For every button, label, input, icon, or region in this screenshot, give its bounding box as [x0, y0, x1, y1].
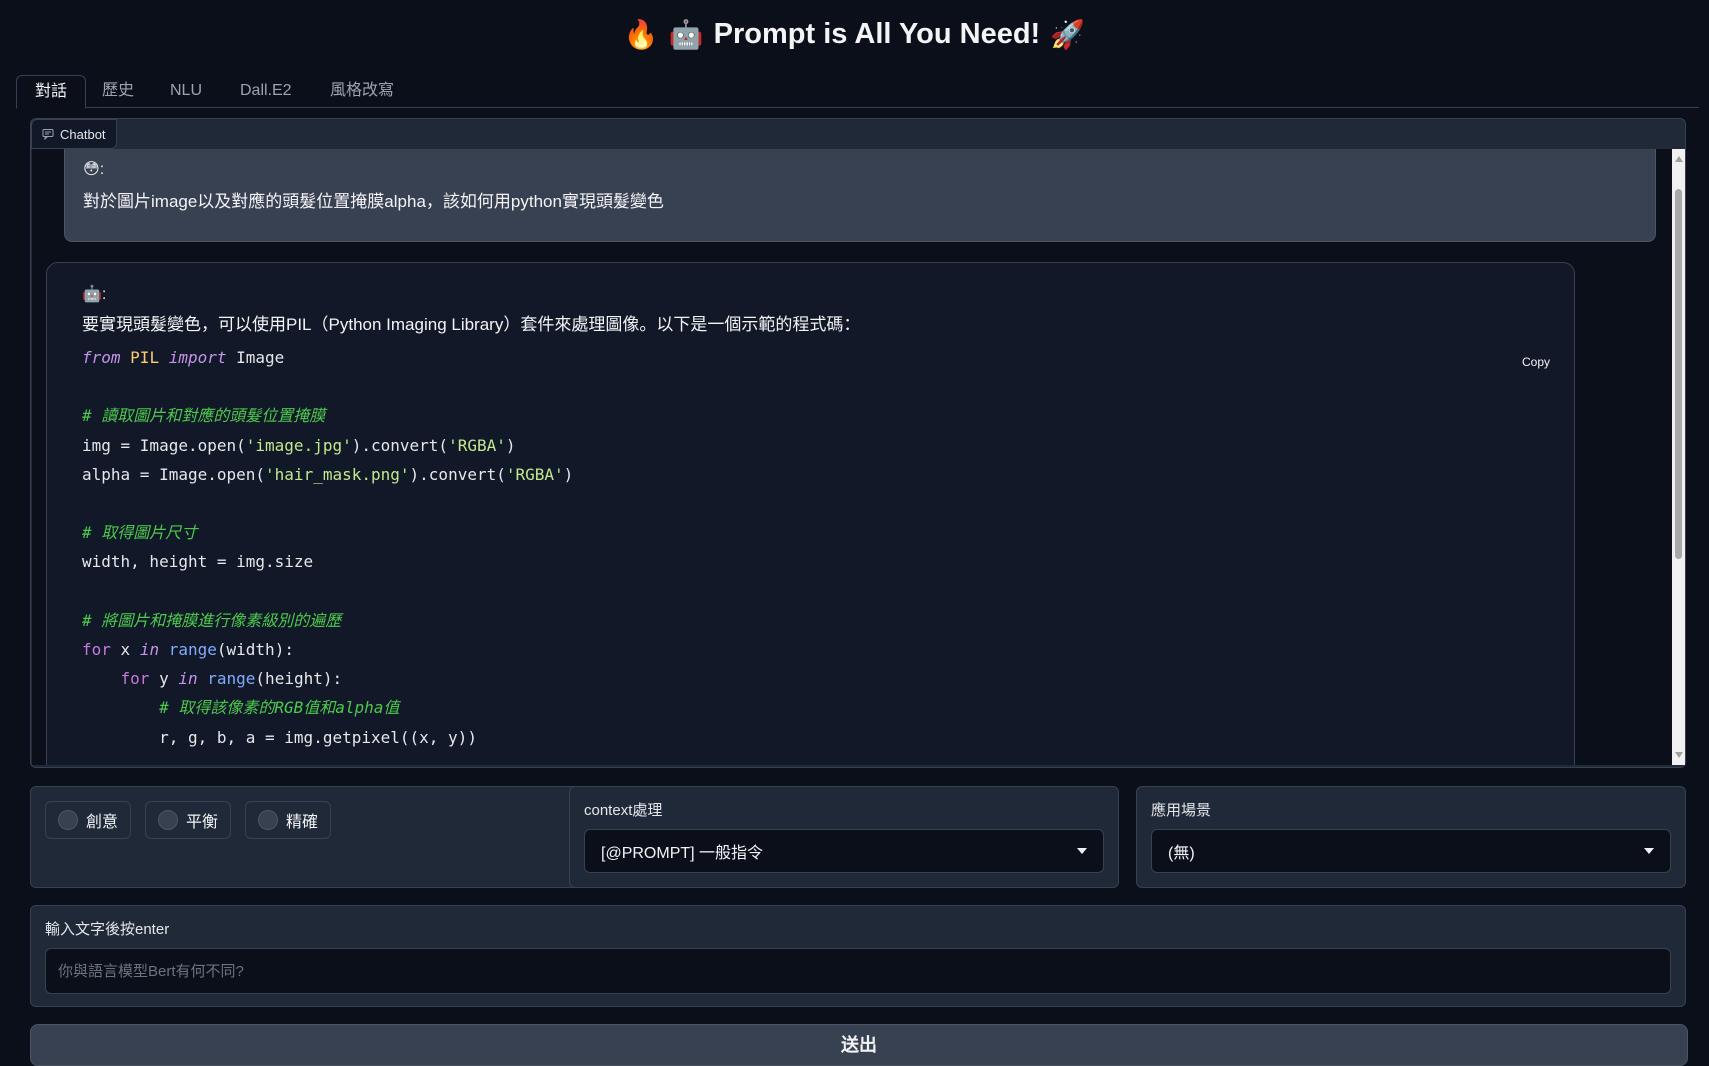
- chat-scrollbar[interactable]: [1672, 149, 1685, 765]
- robot-icon: 🤖: [668, 18, 704, 50]
- radio-label: 平衡: [186, 814, 219, 831]
- rocket-icon: 🚀: [1050, 18, 1086, 50]
- scroll-down-arrow-icon[interactable]: [1675, 752, 1683, 758]
- user-message-text: 對於圖片image以及對應的頭髮位置掩膜alpha，該如何用python實現頭髮…: [83, 192, 664, 211]
- chevron-down-icon: [1077, 848, 1087, 854]
- chat-bubble-icon: [42, 129, 54, 140]
- radio-balanced[interactable]: 平衡: [145, 801, 232, 839]
- user-avatar-icon: 😳:: [83, 161, 105, 178]
- tab-style-rewrite[interactable]: 風格改寫: [312, 75, 412, 106]
- page-title: 🔥 🤖 Prompt is All You Need! 🚀: [0, 18, 1709, 51]
- mode-radio-group: 創意 平衡 精確: [30, 786, 582, 888]
- chatbot-panel: Chatbot 😳: 對於圖片image以及對應的頭髮位置掩膜alpha，該如何…: [30, 118, 1686, 768]
- scene-setting: 應用場景 (無): [1136, 786, 1686, 888]
- chevron-down-icon: [1644, 848, 1654, 854]
- scene-selected-value: (無): [1168, 845, 1195, 862]
- radio-creative[interactable]: 創意: [45, 801, 132, 839]
- chat-history[interactable]: 😳: 對於圖片image以及對應的頭髮位置掩膜alpha，該如何用python實…: [32, 149, 1672, 765]
- radio-circle[interactable]: [258, 810, 278, 830]
- radio-circle[interactable]: [158, 810, 178, 830]
- message-input[interactable]: [45, 948, 1671, 994]
- bot-message-intro: 要實現頭髮變色，可以使用PIL（Python Imaging Library）套…: [82, 315, 861, 334]
- scene-label: 應用場景: [1151, 802, 1212, 819]
- context-label: context處理: [584, 802, 663, 819]
- input-label: 輸入文字後按enter: [45, 921, 170, 938]
- code-comment: # 將圖片和掩膜進行像素級別的遍歷: [82, 610, 342, 630]
- copy-button[interactable]: Copy: [1522, 355, 1550, 369]
- tab-nlu[interactable]: NLU: [152, 75, 220, 106]
- code-comment: # 讀取圖片和對應的頭髮位置掩膜: [82, 406, 326, 426]
- code-comment: # 取得圖片尺寸: [82, 523, 198, 543]
- radio-label: 創意: [86, 814, 119, 831]
- bot-message: 🤖: 要實現頭髮變色，可以使用PIL（Python Imaging Librar…: [46, 262, 1575, 765]
- code-comment: # 取得該像素的RGB值和alpha值: [159, 698, 400, 718]
- radio-precise[interactable]: 精確: [245, 801, 332, 839]
- input-panel: 輸入文字後按enter: [30, 905, 1686, 1007]
- radio-label: 精確: [286, 814, 319, 831]
- tab-bar: 對話 歷史 NLU Dall.E2 風格改寫: [16, 75, 1699, 109]
- scroll-up-arrow-icon[interactable]: [1675, 156, 1683, 162]
- chatbot-label-text: Chatbot: [60, 126, 106, 142]
- context-setting: context處理 [@PROMPT] 一般指令: [569, 786, 1119, 888]
- scene-dropdown[interactable]: (無): [1151, 829, 1671, 873]
- tab-chat[interactable]: 對話: [16, 75, 87, 109]
- tab-history[interactable]: 歷史: [84, 75, 152, 106]
- scrollbar-thumb[interactable]: [1675, 189, 1682, 559]
- bot-avatar-icon: 🤖:: [82, 286, 107, 303]
- radio-circle[interactable]: [58, 810, 78, 830]
- tab-dalle2[interactable]: Dall.E2: [222, 75, 310, 106]
- page-title-text: Prompt is All You Need!: [713, 18, 1041, 50]
- fire-icon: 🔥: [623, 18, 659, 50]
- chatbot-label: Chatbot: [31, 119, 117, 149]
- context-selected-value: [@PROMPT] 一般指令: [601, 845, 764, 862]
- code-block: from PIL import Image # 讀取圖片和對應的頭髮位置掩膜 i…: [82, 348, 574, 747]
- user-message: 😳: 對於圖片image以及對應的頭髮位置掩膜alpha，該如何用python實…: [64, 149, 1656, 242]
- submit-button[interactable]: 送出: [30, 1024, 1688, 1066]
- context-dropdown[interactable]: [@PROMPT] 一般指令: [584, 829, 1104, 873]
